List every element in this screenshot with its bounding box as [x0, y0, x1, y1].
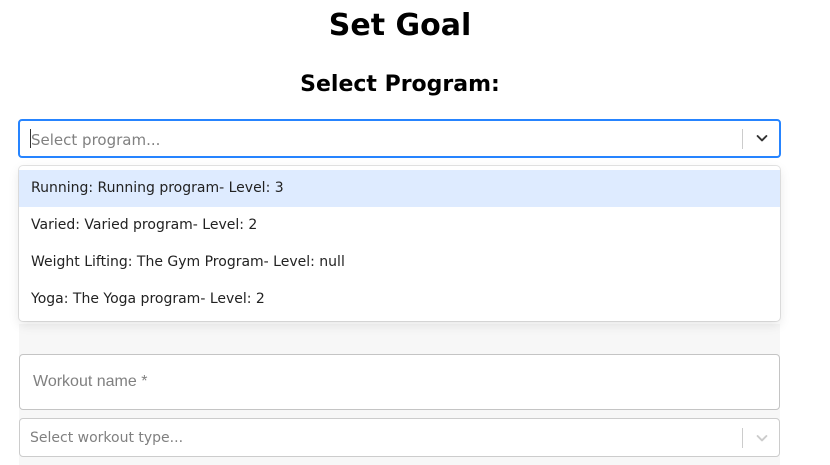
workout-name-input[interactable]: Workout name * — [19, 354, 780, 410]
indicator-separator — [742, 428, 743, 448]
workout-name-label: Workout name * — [33, 373, 148, 390]
program-select-placeholder: Select program... — [31, 131, 161, 149]
program-option[interactable]: Weight Lifting: The Gym Program- Level: … — [19, 244, 780, 281]
page-title: Set Goal — [328, 8, 472, 43]
program-option[interactable]: Yoga: The Yoga program- Level: 2 — [19, 281, 780, 318]
select-program-heading: Select Program: — [300, 72, 500, 97]
program-options-menu: Running: Running program- Level: 3 Varie… — [19, 166, 780, 321]
workout-type-placeholder: Select workout type... — [30, 430, 184, 446]
indicator-separator — [742, 129, 743, 149]
chevron-down-icon[interactable] — [754, 130, 770, 146]
workout-type-select[interactable]: Select workout type... — [19, 418, 780, 457]
text-cursor — [30, 129, 31, 148]
program-option[interactable]: Varied: Varied program- Level: 2 — [19, 207, 780, 244]
chevron-down-icon[interactable] — [754, 430, 770, 446]
program-option[interactable]: Running: Running program- Level: 3 — [19, 170, 780, 207]
program-select[interactable]: Select program... — [18, 119, 781, 158]
